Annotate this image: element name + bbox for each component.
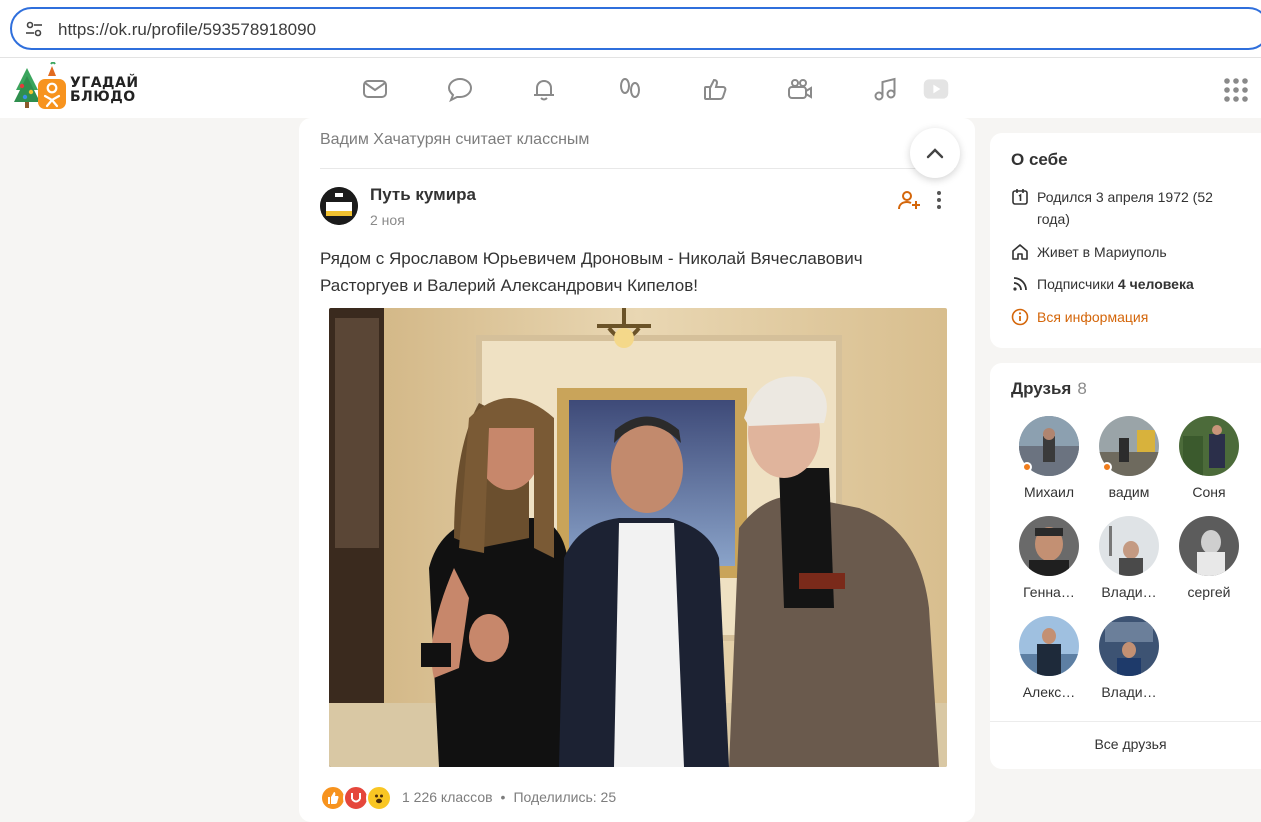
like-icon[interactable]	[700, 74, 730, 104]
video-icon[interactable]	[785, 74, 815, 104]
bell-icon[interactable]	[529, 74, 559, 104]
friend-item[interactable]: Соня	[1173, 416, 1245, 500]
likes-count[interactable]: 1 226 классов	[402, 789, 493, 805]
site-header: УГАДАЙ БЛЮДО	[0, 58, 1261, 118]
about-card: О себе Родился 3 апреля 1972 (52 года) Ж…	[990, 133, 1261, 348]
location-row: Живет в Мариуполь	[1011, 241, 1167, 263]
reactions-summary[interactable]	[320, 784, 392, 812]
friends-title[interactable]: Друзья	[1011, 379, 1071, 398]
friend-name[interactable]: Соня	[1173, 484, 1245, 500]
url-text[interactable]: https://ok.ru/profile/593578918090	[58, 20, 316, 40]
friend-avatar[interactable]	[1099, 516, 1159, 576]
followers-value: 4 человека	[1117, 276, 1194, 292]
group-name[interactable]: Путь кумира	[370, 185, 476, 205]
ok-logo-icon	[14, 61, 66, 109]
friends-card: Друзья 8 Михаил вадим Соня Генна… Влади…	[990, 363, 1261, 769]
info-icon	[1011, 308, 1029, 326]
all-friends-link[interactable]: Все друзья	[990, 736, 1261, 752]
stats-separator: •	[500, 789, 506, 805]
apps-grid-icon[interactable]	[1222, 76, 1250, 104]
browser-toolbar: https://ok.ru/profile/593578918090	[0, 0, 1261, 58]
friends-count: 8	[1077, 379, 1087, 398]
scroll-up-button[interactable]	[910, 128, 960, 178]
friend-item[interactable]: Алекс…	[1013, 616, 1085, 700]
post-photo[interactable]	[329, 308, 947, 767]
more-options-icon[interactable]	[929, 188, 949, 212]
chat-icon[interactable]	[445, 74, 475, 104]
add-friend-icon[interactable]	[897, 188, 921, 212]
followers-row[interactable]: Подписчики 4 человека	[1011, 273, 1194, 295]
laugh-reaction-icon	[366, 785, 392, 811]
birthday-row: Родился 3 апреля 1972 (52 года)	[1011, 186, 1246, 230]
post-text: Рядом с Ярославом Юрьевичем Дроновым - Н…	[320, 249, 863, 295]
home-icon	[1012, 244, 1028, 260]
mail-icon[interactable]	[360, 74, 390, 104]
friend-item[interactable]: Влади…	[1093, 616, 1165, 700]
friend-name[interactable]: Алекс…	[1013, 684, 1085, 700]
about-title: О себе	[1011, 150, 1068, 169]
all-info-text[interactable]: Вся информация	[1037, 306, 1148, 328]
birthday-text: Родился 3 апреля 1972 (52 года)	[1037, 189, 1213, 227]
friend-name[interactable]: Влади…	[1093, 684, 1165, 700]
friend-avatar[interactable]	[1019, 616, 1079, 676]
friend-name[interactable]: вадим	[1093, 484, 1165, 500]
rss-icon	[1013, 277, 1027, 291]
site-settings-icon[interactable]	[24, 19, 44, 39]
liked-by-text[interactable]: Вадим Хачатурян считает классным	[320, 131, 589, 149]
location-text: Живет в Мариуполь	[1037, 244, 1167, 260]
friend-name[interactable]: сергей	[1173, 584, 1245, 600]
post-stats: 1 226 классов • Поделились: 25	[402, 789, 616, 805]
friend-avatar[interactable]	[1179, 416, 1239, 476]
friend-item[interactable]: вадим	[1093, 416, 1165, 500]
friends-header[interactable]: Друзья 8	[1011, 379, 1087, 399]
online-indicator	[1102, 462, 1112, 472]
calendar-icon	[1012, 189, 1028, 205]
chevron-up-icon	[926, 148, 944, 159]
divider	[320, 168, 955, 169]
post-date[interactable]: 2 ноя	[370, 212, 405, 228]
friend-name[interactable]: Влади…	[1093, 584, 1165, 600]
logo-line-2: БЛЮДО	[70, 89, 136, 105]
divider	[990, 721, 1261, 722]
friend-avatar[interactable]	[1019, 516, 1079, 576]
friend-item[interactable]: Влади…	[1093, 516, 1165, 600]
online-indicator	[1022, 462, 1032, 472]
feed-post-card: Вадим Хачатурян считает классным Путь ку…	[299, 118, 975, 822]
group-avatar[interactable]	[320, 187, 358, 225]
guests-icon[interactable]	[615, 74, 645, 104]
music-icon[interactable]	[870, 74, 900, 104]
play-icon[interactable]	[920, 74, 952, 104]
shares-count[interactable]: Поделились: 25	[513, 789, 616, 805]
friend-item[interactable]: Генна…	[1013, 516, 1085, 600]
friend-item[interactable]: сергей	[1173, 516, 1245, 600]
friend-name[interactable]: Генна…	[1013, 584, 1085, 600]
followers-label: Подписчики	[1037, 276, 1115, 292]
friend-name[interactable]: Михаил	[1013, 484, 1085, 500]
site-logo[interactable]: УГАДАЙ БЛЮДО	[12, 61, 152, 114]
friend-item[interactable]: Михаил	[1013, 416, 1085, 500]
friend-avatar[interactable]	[1179, 516, 1239, 576]
all-info-link[interactable]: Вся информация	[1011, 306, 1148, 328]
logo-line-1: УГАДАЙ	[70, 75, 139, 91]
friend-avatar[interactable]	[1099, 616, 1159, 676]
address-bar[interactable]: https://ok.ru/profile/593578918090	[10, 7, 1261, 50]
